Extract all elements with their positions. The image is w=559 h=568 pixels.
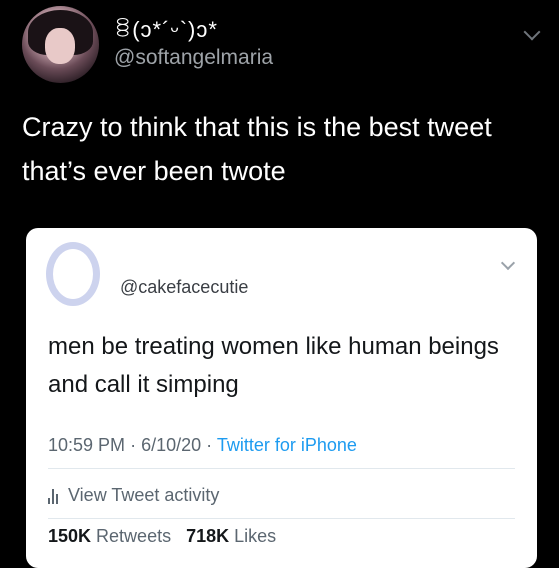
tweet-time: 10:59 PM <box>48 435 126 455</box>
quoted-user-handle[interactable]: @cakefacecutie <box>120 277 248 298</box>
divider <box>48 518 515 519</box>
user-avatar[interactable] <box>22 6 99 83</box>
likes-count[interactable]: 718K <box>186 526 229 546</box>
retweets-label[interactable]: Retweets <box>96 526 171 546</box>
bar-chart-icon <box>48 488 58 504</box>
chevron-down-icon[interactable] <box>523 23 541 41</box>
tweet-text: Crazy to think that this is the best twe… <box>22 112 492 186</box>
retweets-count[interactable]: 150K <box>48 526 91 546</box>
meta-separator: · <box>206 435 213 455</box>
avatar-face <box>45 28 75 64</box>
meta-separator: · <box>130 435 137 455</box>
chevron-down-icon[interactable] <box>500 255 516 271</box>
user-handle[interactable]: @softangelmaria <box>114 46 273 70</box>
tweet-stats: 150K Retweets 718K Likes <box>48 526 276 547</box>
display-name[interactable]: ꊞ(ↄ*´ᵕ`)ↄ* <box>114 14 218 43</box>
outer-tweet-header: ꊞ(ↄ*´ᵕ`)ↄ* @softangelmaria <box>22 6 542 86</box>
divider <box>48 468 515 469</box>
view-activity-link[interactable]: View Tweet activity <box>48 485 219 506</box>
quoted-user-avatar[interactable] <box>46 242 100 306</box>
tweet-date: 6/10/20 <box>141 435 202 455</box>
tweet-metadata: 10:59 PM · 6/10/20 · Twitter for iPhone <box>48 435 357 456</box>
quoted-tweet-text: men be treating women like human beings … <box>48 333 499 398</box>
tweet-source-link[interactable]: Twitter for iPhone <box>217 435 357 455</box>
likes-label[interactable]: Likes <box>234 526 276 546</box>
activity-label: View Tweet activity <box>68 485 220 505</box>
quoted-tweet-card[interactable]: @cakefacecutie men be treating women lik… <box>26 228 537 568</box>
